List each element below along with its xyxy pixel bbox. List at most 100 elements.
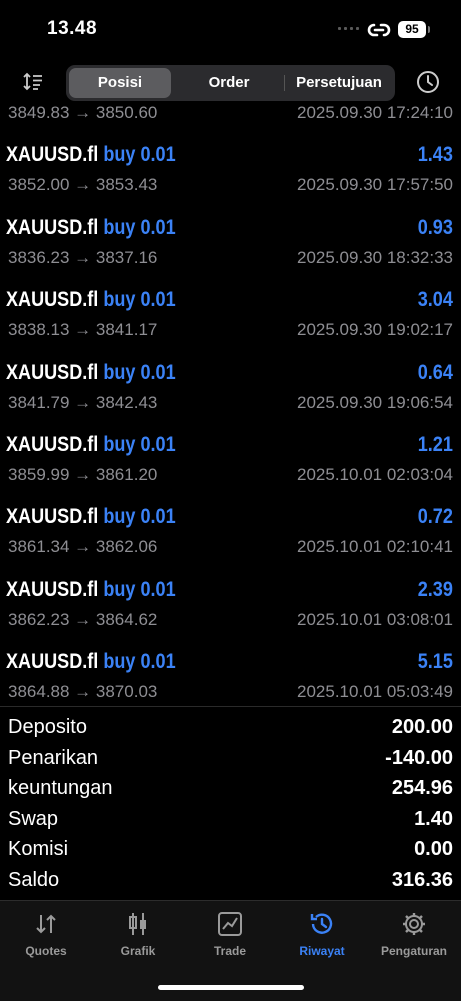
deal-symbol-name: XAUUSD.fl — [6, 505, 99, 529]
link-icon — [367, 23, 391, 37]
status-time: 13.48 — [47, 18, 98, 39]
summary-value: 0.00 — [414, 838, 453, 861]
home-indicator[interactable] — [158, 985, 304, 990]
deal-date: 2025.10.01 02:03:04 — [297, 465, 453, 484]
tab-grafik[interactable]: Grafik — [92, 911, 184, 958]
summary-row: Swap 1.40 — [0, 805, 461, 835]
tab-label: Pengaturan — [380, 944, 447, 958]
tab-pengaturan[interactable]: Pengaturan — [368, 911, 460, 958]
summary-label: Komisi — [8, 838, 69, 861]
deal-profit: 1.43 — [417, 143, 453, 167]
tab-label: Trade — [213, 944, 246, 958]
deal-date: 2025.10.01 05:03:49 — [297, 682, 453, 702]
deal-prices: 3836.23 → 3837.16 — [8, 247, 158, 267]
deal-prices: 3849.83 → 3850.60 — [8, 106, 158, 122]
segment-persetujuan[interactable]: Persetujuan — [285, 68, 393, 98]
deal-type: buy 0.01 — [103, 215, 176, 239]
deal-type: buy 0.01 — [103, 650, 176, 674]
deal-prices: 3861.34 → 3862.06 — [8, 537, 158, 557]
deal-symbol: XAUUSD.fl buy 0.01 — [6, 216, 176, 240]
summary-label: keuntungan — [8, 777, 113, 800]
deal-symbol: XAUUSD.fl buy 0.01 — [6, 288, 176, 312]
tab-label: Grafik — [120, 944, 156, 958]
deal-symbol: XAUUSD.fl buy 0.01 — [6, 143, 176, 167]
summary-value: 200.00 — [391, 716, 453, 738]
deal-row[interactable]: XAUUSD.fl buy 0.01 0.64 3841.79 → 3842.43 2… — [0, 359, 461, 431]
summary-row: Saldo 316.36 — [0, 866, 461, 896]
top-toolbar: Posisi Order Persetujuan — [0, 58, 461, 106]
deal-prices: 3859.99 → 3861.20 — [8, 465, 158, 484]
deal-symbol-name: XAUUSD.fl — [6, 577, 99, 601]
sort-icon[interactable] — [22, 71, 44, 93]
deal-row[interactable]: XAUUSD.fl buy 0.01 1.21 3859.99 → 3861.20 2… — [0, 431, 461, 503]
deal-type: buy 0.01 — [103, 505, 176, 529]
deal-profit: 0.93 — [417, 215, 453, 239]
deal-date: 2025.09.30 17:24:10 — [297, 106, 453, 122]
deal-type: buy 0.01 — [103, 360, 176, 384]
deal-prices: 3841.79 → 3842.43 — [8, 392, 158, 412]
deal-symbol-name: XAUUSD.fl — [6, 143, 99, 167]
chart-icon — [129, 913, 146, 935]
deal-row[interactable]: XAUUSD.fl buy 0.01 0.93 3836.23 → 3837.16 2… — [0, 214, 461, 286]
signal-icon — [338, 27, 359, 30]
deal-profit: 1.21 — [417, 433, 453, 456]
deal-profit: 2.39 — [417, 577, 453, 601]
deal-symbol: XAUUSD.fl buy 0.01 — [6, 650, 176, 674]
deal-date: 2025.09.30 19:06:54 — [297, 392, 453, 412]
deal-row[interactable]: XAUUSD.fl buy 0.01 3.04 3838.13 → 3841.17 2… — [0, 286, 461, 358]
deals-list[interactable]: XAUUSD.fl buy 0.01 3849.83 → 3850.60 2025.… — [0, 106, 461, 706]
deal-row[interactable]: XAUUSD.fl buy 0.013849.83 → 3850.602025.… — [0, 106, 461, 141]
deal-symbol: XAUUSD.fl buy 0.01 — [6, 505, 176, 529]
summary-value: 316.36 — [391, 869, 453, 891]
segment-order[interactable]: Order — [174, 68, 284, 98]
summary-value: -140.00 — [385, 746, 453, 769]
summary-label: Saldo — [8, 869, 60, 891]
history-icon — [310, 913, 333, 934]
trade-icon — [218, 912, 242, 936]
deal-prices: 3852.00 → 3853.43 — [8, 175, 158, 195]
deal-prices: 3838.13 → 3841.17 — [8, 320, 158, 340]
deal-symbol: XAUUSD.fl buy 0.01 — [6, 433, 176, 457]
deal-symbol-name: XAUUSD.fl — [6, 288, 99, 312]
deal-date: 2025.09.30 18:32:33 — [297, 247, 453, 267]
summary-row: Deposito 200.00 — [0, 713, 461, 743]
clock-icon[interactable] — [416, 70, 440, 94]
deal-type: buy 0.01 — [103, 577, 176, 601]
deal-row[interactable]: XAUUSD.fl buy 0.01 2.39 3862.23 → 3864.62 2… — [0, 576, 461, 648]
deal-row[interactable]: XAUUSD.fl buy 0.01 5.15 3864.88 → 3870.03 2… — [0, 648, 461, 706]
deal-type: buy 0.01 — [103, 288, 176, 312]
summary-value: 254.96 — [391, 777, 453, 800]
deal-row[interactable]: XAUUSD.fl buy 0.01 0.72 3861.34 → 3862.06 2… — [0, 503, 461, 575]
deal-date: 2025.10.01 02:10:41 — [297, 537, 453, 557]
tab-label: Quotes — [25, 944, 67, 958]
deal-row[interactable]: XAUUSD.fl buy 0.01 1.43 3852.00 → 3853.43 2… — [0, 141, 461, 213]
tab-quotes[interactable]: Quotes — [0, 911, 92, 958]
deal-type: buy 0.01 — [103, 143, 176, 167]
deal-symbol-name: XAUUSD.fl — [6, 360, 99, 384]
deal-prices: 3864.88 → 3870.03 — [8, 682, 158, 702]
deal-date: 2025.10.01 03:08:01 — [297, 609, 453, 629]
deal-date: 2025.09.30 17:57:50 — [297, 175, 453, 195]
deal-profit: 5.15 — [417, 650, 453, 674]
summary-value: 1.40 — [414, 807, 453, 830]
deal-profit: 3.04 — [417, 288, 453, 312]
deal-prices: 3862.23 → 3864.62 — [8, 609, 158, 629]
deal-symbol: XAUUSD.fl buy 0.01 — [6, 578, 176, 602]
deal-symbol-name: XAUUSD.fl — [6, 650, 99, 674]
summary-row: keuntungan 254.96 — [0, 774, 461, 804]
deal-symbol-name: XAUUSD.fl — [6, 433, 99, 456]
summary-row: Penarikan -140.00 — [0, 744, 461, 774]
summary-label: Swap — [8, 807, 59, 830]
summary-label: Deposito — [8, 716, 87, 738]
summary-row: Komisi 0.00 — [0, 835, 461, 865]
segment-posisi[interactable]: Posisi — [69, 68, 171, 98]
quotes-icon — [36, 914, 56, 934]
deal-profit: 0.72 — [417, 505, 453, 529]
tab-riwayat[interactable]: Riwayat — [276, 911, 368, 958]
deal-profit: 0.64 — [417, 360, 453, 384]
battery-icon: 95 — [398, 21, 430, 38]
tab-label: Riwayat — [299, 944, 345, 958]
deal-symbol-name: XAUUSD.fl — [6, 215, 99, 239]
tab-trade[interactable]: Trade — [184, 911, 276, 958]
divider — [0, 706, 461, 707]
